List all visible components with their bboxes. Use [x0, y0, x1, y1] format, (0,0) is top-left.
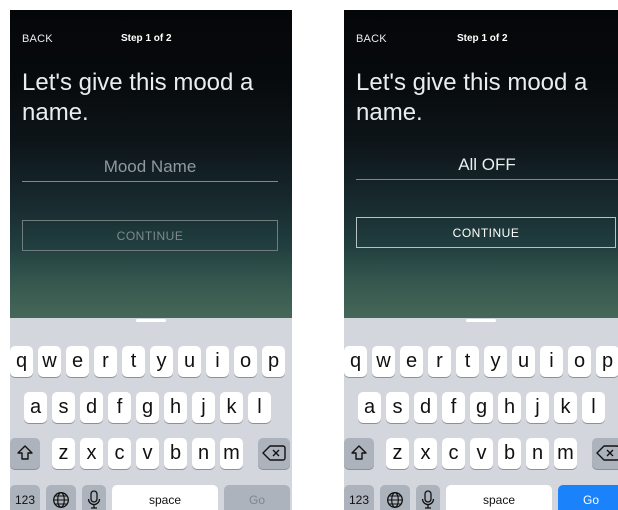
key-r[interactable]: r	[94, 346, 117, 377]
key-l[interactable]: l	[248, 392, 271, 423]
shift-icon	[351, 445, 367, 460]
key-w[interactable]: w	[38, 346, 61, 377]
key-j[interactable]: j	[526, 392, 549, 423]
key-p[interactable]: p	[262, 346, 285, 377]
key-v[interactable]: v	[470, 438, 493, 469]
keyboard: q w e r t y u i o p a s d f g h j k l z x c v b n m 123 space Go	[344, 318, 618, 510]
continue-button[interactable]: CONTINUE	[22, 220, 278, 251]
key-z[interactable]: z	[52, 438, 75, 469]
back-button[interactable]: BACK	[22, 33, 53, 45]
globe-key[interactable]	[380, 485, 410, 510]
key-n[interactable]: n	[526, 438, 549, 469]
key-w[interactable]: w	[372, 346, 395, 377]
key-k[interactable]: k	[220, 392, 243, 423]
key-f[interactable]: f	[442, 392, 465, 423]
key-r[interactable]: r	[428, 346, 451, 377]
key-u[interactable]: u	[512, 346, 535, 377]
mood-name-input[interactable]	[356, 150, 618, 180]
key-d[interactable]: d	[414, 392, 437, 423]
key-q[interactable]: q	[344, 346, 367, 377]
key-n[interactable]: n	[192, 438, 215, 469]
key-l[interactable]: l	[582, 392, 605, 423]
space-key[interactable]: space	[446, 485, 552, 510]
step-indicator: Step 1 of 2	[457, 33, 508, 44]
globe-key[interactable]	[46, 485, 76, 510]
key-c[interactable]: c	[442, 438, 465, 469]
key-a[interactable]: a	[358, 392, 381, 423]
key-x[interactable]: x	[80, 438, 103, 469]
microphone-icon	[87, 490, 101, 509]
space-key[interactable]: space	[112, 485, 218, 510]
key-t[interactable]: t	[456, 346, 479, 377]
step-indicator: Step 1 of 2	[121, 33, 172, 44]
key-b[interactable]: b	[164, 438, 187, 469]
backspace-icon	[596, 445, 618, 461]
key-e[interactable]: e	[66, 346, 89, 377]
key-i[interactable]: i	[540, 346, 563, 377]
screen-left: BACK Step 1 of 2 Let's give this mood a …	[10, 10, 292, 510]
continue-button[interactable]: CONTINUE	[356, 217, 616, 248]
key-g[interactable]: g	[470, 392, 493, 423]
key-z[interactable]: z	[386, 438, 409, 469]
key-h[interactable]: h	[164, 392, 187, 423]
keyboard-handle	[466, 319, 496, 322]
keyboard: q w e r t y u i o p a s d f g h j k l z x c v b n m 123 space Go	[10, 318, 292, 510]
shift-key[interactable]	[344, 438, 374, 469]
key-q[interactable]: q	[10, 346, 33, 377]
key-a[interactable]: a	[24, 392, 47, 423]
key-h[interactable]: h	[498, 392, 521, 423]
key-y[interactable]: y	[150, 346, 173, 377]
shift-key[interactable]	[10, 438, 40, 469]
microphone-key[interactable]	[82, 485, 106, 510]
key-m[interactable]: m	[220, 438, 243, 469]
key-m[interactable]: m	[554, 438, 577, 469]
key-e[interactable]: e	[400, 346, 423, 377]
key-o[interactable]: o	[234, 346, 257, 377]
delete-key[interactable]	[258, 438, 290, 469]
key-b[interactable]: b	[498, 438, 521, 469]
key-u[interactable]: u	[178, 346, 201, 377]
key-s[interactable]: s	[386, 392, 409, 423]
key-t[interactable]: t	[122, 346, 145, 377]
key-o[interactable]: o	[568, 346, 591, 377]
microphone-key[interactable]	[416, 485, 440, 510]
numbers-key[interactable]: 123	[344, 485, 374, 510]
screen-right: BACK Step 1 of 2 Let's give this mood a …	[344, 10, 618, 510]
page-title: Let's give this mood a name.	[356, 69, 588, 126]
backspace-icon	[262, 445, 286, 461]
page-title: Let's give this mood a name.	[22, 69, 254, 126]
key-f[interactable]: f	[108, 392, 131, 423]
key-p[interactable]: p	[596, 346, 618, 377]
microphone-icon	[421, 490, 435, 509]
shift-icon	[17, 445, 33, 460]
mood-name-input[interactable]	[22, 152, 278, 182]
go-key[interactable]: Go	[224, 485, 290, 510]
go-key[interactable]: Go	[558, 485, 618, 510]
key-g[interactable]: g	[136, 392, 159, 423]
key-x[interactable]: x	[414, 438, 437, 469]
globe-icon	[387, 492, 403, 508]
key-s[interactable]: s	[52, 392, 75, 423]
keyboard-handle	[136, 319, 166, 322]
key-d[interactable]: d	[80, 392, 103, 423]
key-k[interactable]: k	[554, 392, 577, 423]
key-j[interactable]: j	[192, 392, 215, 423]
key-v[interactable]: v	[136, 438, 159, 469]
key-y[interactable]: y	[484, 346, 507, 377]
globe-icon	[53, 492, 69, 508]
back-button[interactable]: BACK	[356, 33, 387, 45]
key-i[interactable]: i	[206, 346, 229, 377]
delete-key[interactable]	[592, 438, 618, 469]
key-c[interactable]: c	[108, 438, 131, 469]
numbers-key[interactable]: 123	[10, 485, 40, 510]
